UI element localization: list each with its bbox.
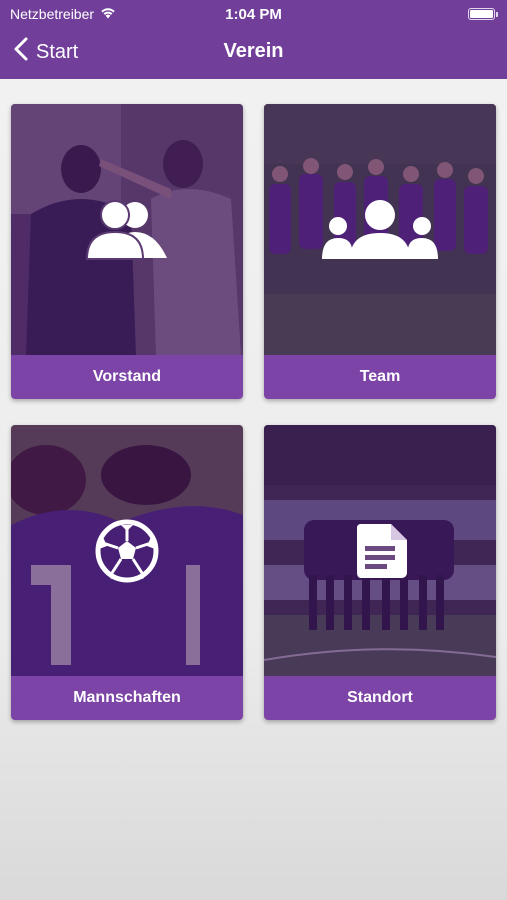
navigation-bar: Start Verein (0, 34, 507, 70)
top-bar: Netzbetreiber 1:04 PM Start Verein (0, 0, 507, 79)
tile-photo (264, 425, 496, 676)
tile-vorstand[interactable]: Vorstand (11, 104, 243, 399)
tile-team[interactable]: Team (264, 104, 496, 399)
tile-photo (11, 425, 243, 676)
status-bar: Netzbetreiber 1:04 PM (0, 0, 507, 28)
status-time: 1:04 PM (225, 6, 282, 23)
people-icon (11, 104, 243, 355)
tile-mannschaften[interactable]: Mannschaften (11, 425, 243, 720)
tile-label: Vorstand (11, 355, 243, 399)
page-title: Verein (223, 40, 284, 62)
tile-label: Standort (264, 676, 496, 720)
tile-label: Mannschaften (11, 676, 243, 720)
tile-standort[interactable]: Standort (264, 425, 496, 720)
tile-photo (264, 104, 496, 355)
group-icon (264, 104, 496, 355)
battery-icon (468, 8, 498, 20)
tile-label: Team (264, 355, 496, 399)
document-icon (264, 425, 496, 676)
tile-photo (11, 104, 243, 355)
soccer-ball-icon (11, 425, 243, 676)
